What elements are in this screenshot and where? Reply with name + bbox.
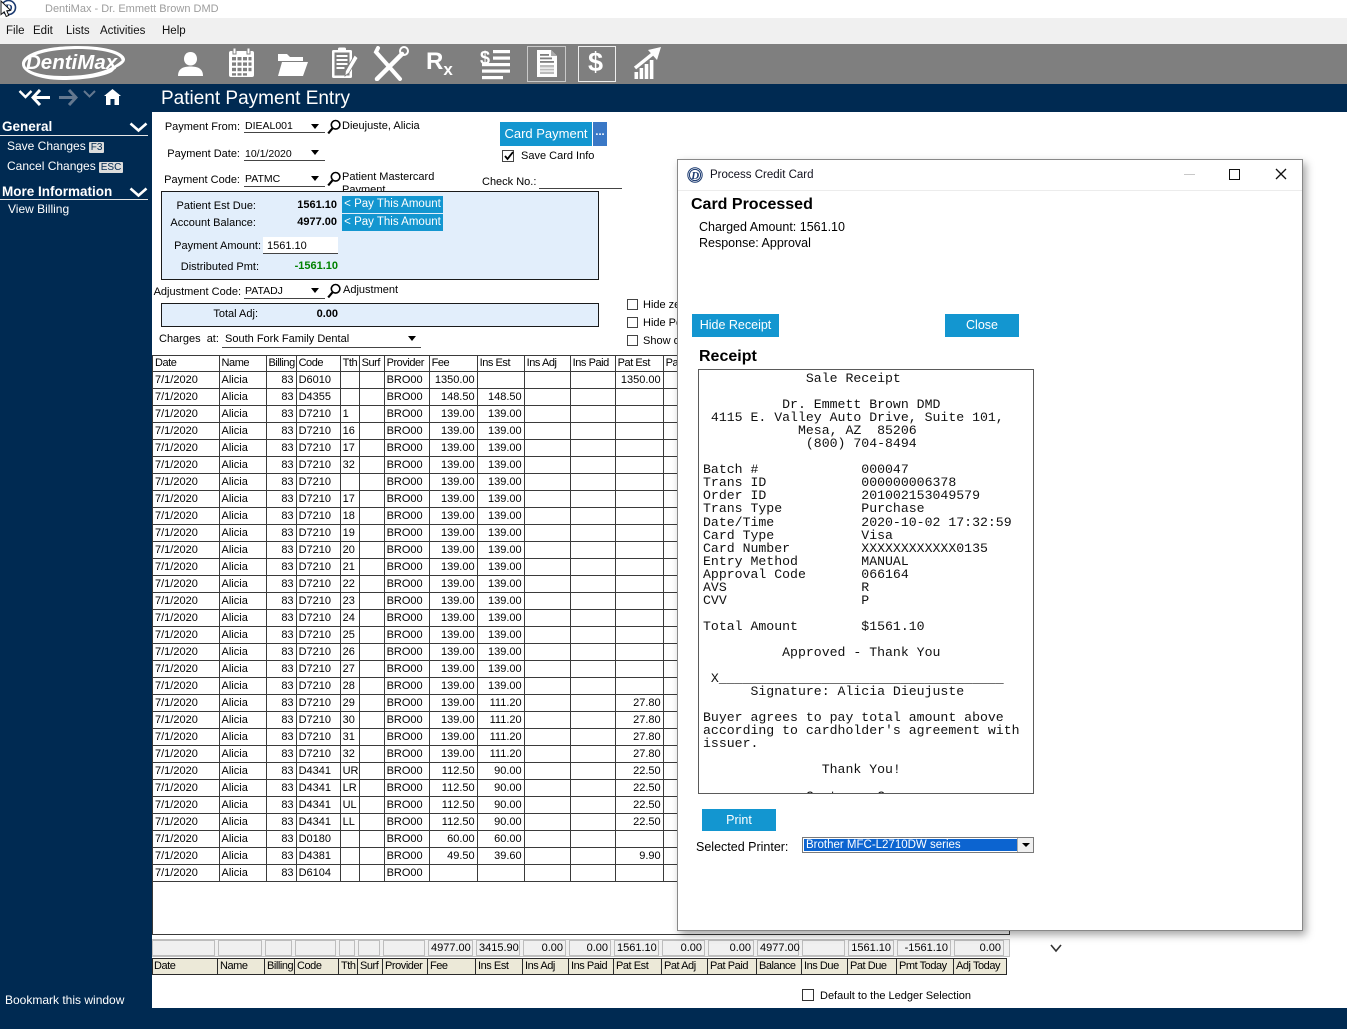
- svg-text:DentiMax: DentiMax: [26, 51, 119, 74]
- svg-text:D: D: [690, 170, 699, 182]
